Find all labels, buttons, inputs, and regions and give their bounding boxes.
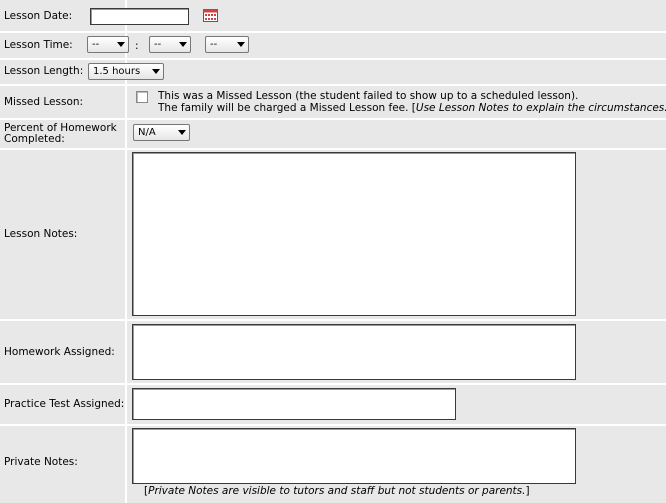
calendar-icon[interactable] <box>203 9 218 22</box>
homework-percent-value-cell <box>127 120 666 148</box>
missed-lesson-text-line2: The family will be charged a Missed Less… <box>158 102 666 114</box>
lesson-length-label: Lesson Length: <box>4 65 84 77</box>
private-notes-hint: [Private Notes are visible to tutors and… <box>144 485 530 497</box>
private-notes-textarea[interactable] <box>132 428 576 484</box>
private-notes-row: Private Notes: [Private Notes are visibl… <box>0 426 666 503</box>
lesson-date-input[interactable] <box>90 8 189 25</box>
chevron-down-icon <box>117 42 125 47</box>
hour-select[interactable]: -- <box>87 36 129 53</box>
homework-percent-label-cell: Percent of Homework Completed: <box>0 120 125 148</box>
ampm-select[interactable]: -- <box>205 36 249 53</box>
lesson-notes-label-cell: Lesson Notes: <box>0 150 125 319</box>
missed-lesson-label-cell: Missed Lesson: <box>0 86 125 118</box>
missed-lesson-text-line1: This was a Missed Lesson (the student fa… <box>158 90 579 102</box>
chevron-down-icon <box>178 130 186 135</box>
lesson-time-row: Lesson Time: -- : -- -- <box>0 33 666 58</box>
lesson-notes-label: Lesson Notes: <box>4 228 78 240</box>
chevron-down-icon <box>237 42 245 47</box>
chevron-down-icon <box>152 69 160 74</box>
lesson-date-label: Lesson Date: <box>4 10 73 22</box>
practice-test-label-cell: Practice Test Assigned: <box>0 385 125 424</box>
lesson-length-row: Lesson Length: 1.5 hours <box>0 60 666 84</box>
homework-percent-select[interactable]: N/A <box>133 124 190 141</box>
homework-percent-row: Percent of Homework Completed: N/A <box>0 120 666 148</box>
lesson-length-select[interactable]: 1.5 hours <box>88 63 164 80</box>
lesson-notes-row: Lesson Notes: <box>0 150 666 319</box>
missed-lesson-checkbox[interactable] <box>136 91 148 103</box>
chevron-down-icon <box>179 42 187 47</box>
lesson-notes-textarea[interactable] <box>132 152 576 316</box>
lesson-length-value-cell <box>127 60 666 84</box>
lesson-date-row: Lesson Date: <box>0 0 666 31</box>
practice-test-row: Practice Test Assigned: <box>0 385 666 424</box>
homework-assigned-textarea[interactable] <box>132 324 576 380</box>
missed-lesson-label: Missed Lesson: <box>4 96 84 108</box>
practice-test-label: Practice Test Assigned: <box>4 398 125 410</box>
practice-test-input[interactable] <box>132 388 456 420</box>
homework-assigned-label: Homework Assigned: <box>4 346 115 358</box>
private-notes-label: Private Notes: <box>4 456 78 468</box>
time-separator: : <box>135 40 139 52</box>
homework-assigned-label-cell: Homework Assigned: <box>0 321 125 383</box>
private-notes-label-cell: Private Notes: <box>0 426 125 503</box>
lesson-time-label: Lesson Time: <box>4 39 73 51</box>
minute-select[interactable]: -- <box>149 36 191 53</box>
homework-percent-label-line2: Completed: <box>4 133 65 145</box>
homework-assigned-row: Homework Assigned: <box>0 321 666 383</box>
